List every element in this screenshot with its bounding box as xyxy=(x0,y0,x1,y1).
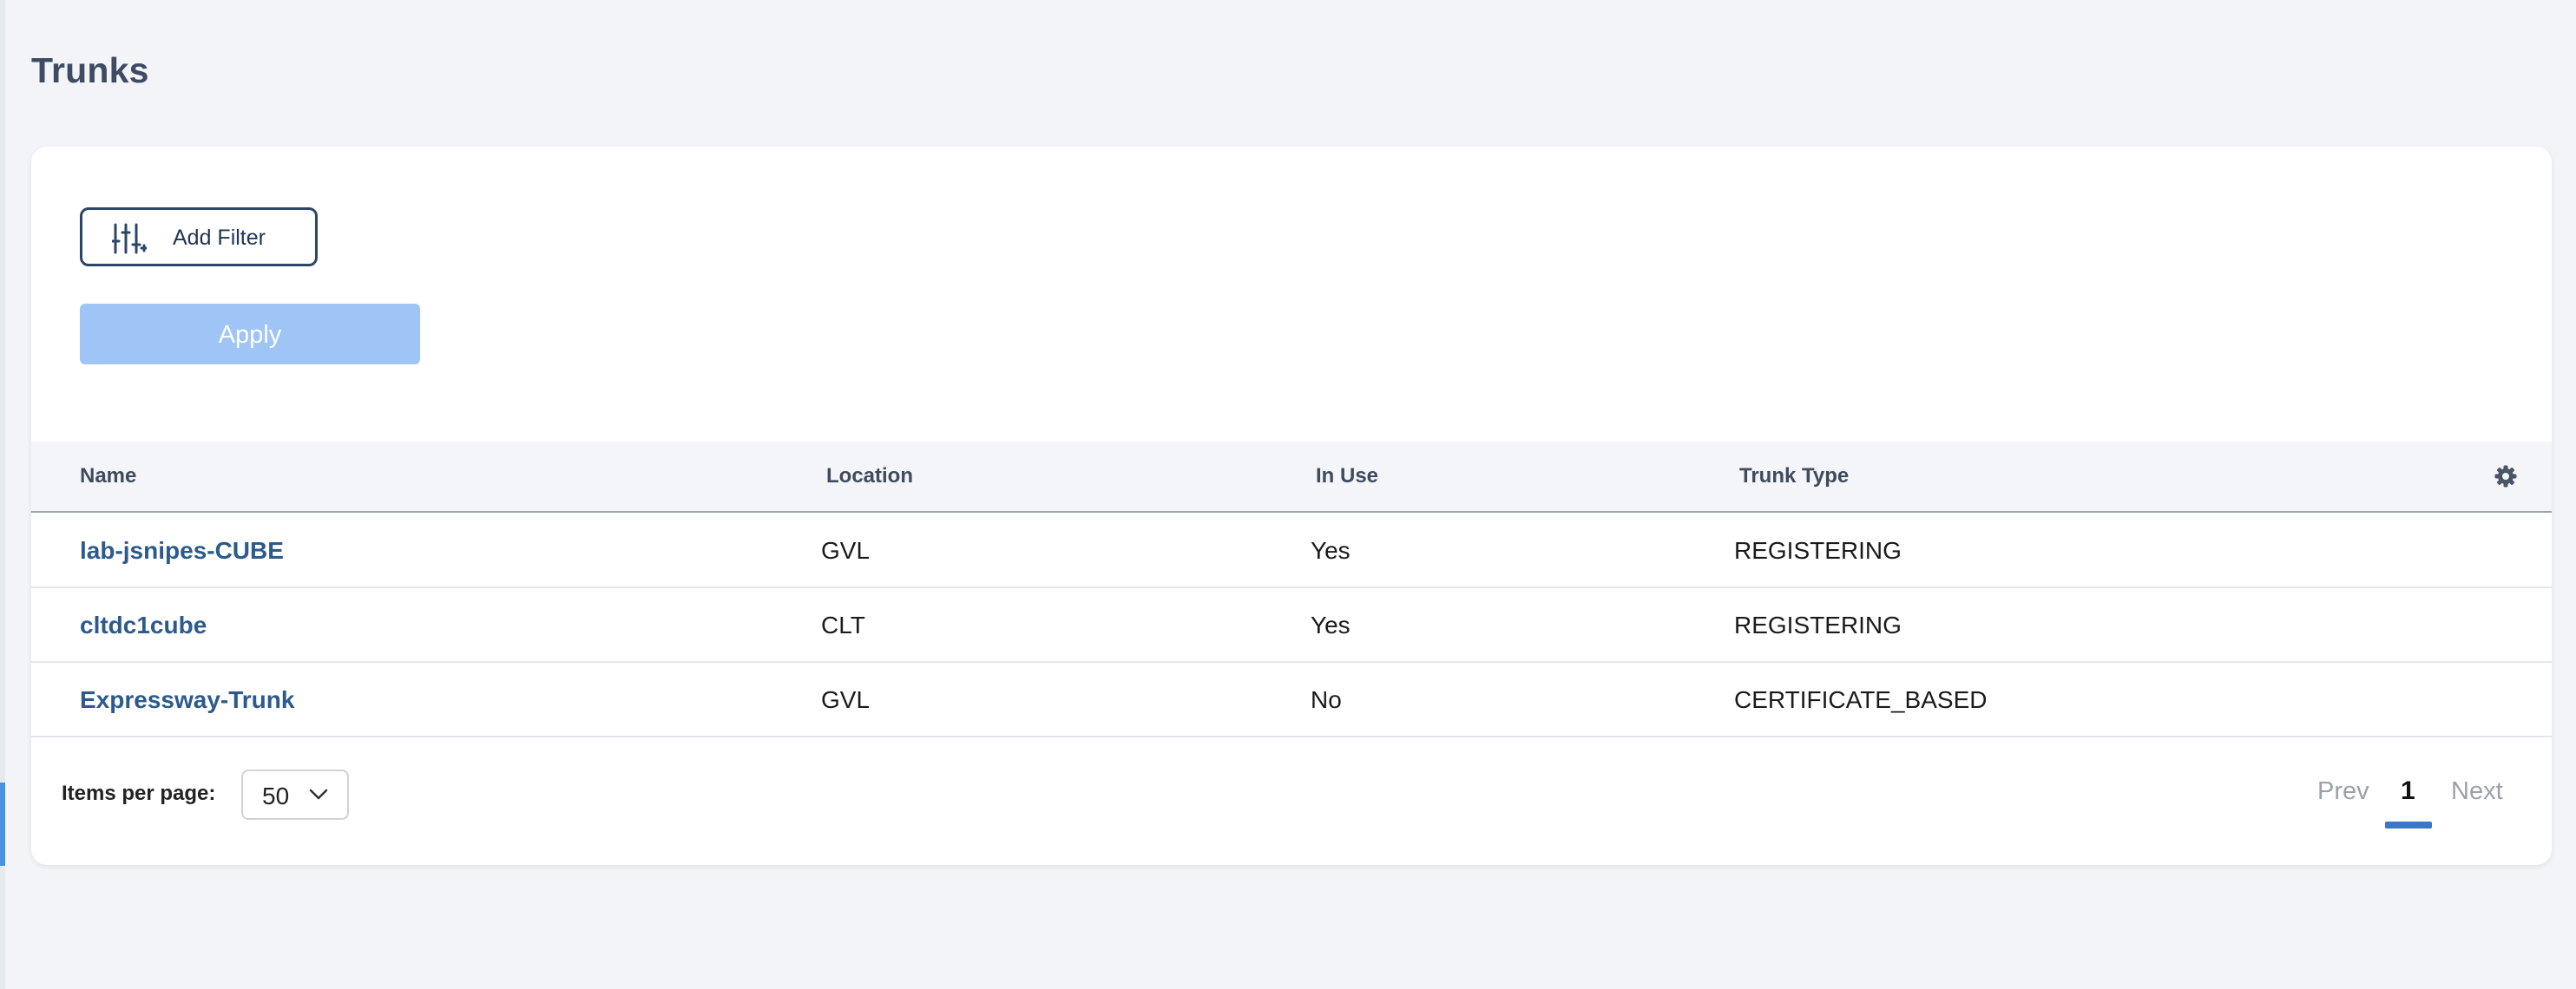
table-row: lab-jsnipes-CUBE GVL Yes REGISTERING xyxy=(31,513,2552,588)
chevron-down-icon xyxy=(309,789,328,800)
items-per-page-label: Items per page: xyxy=(62,782,216,805)
column-header-name[interactable]: Name xyxy=(80,464,136,488)
trunk-location: CLT xyxy=(821,612,865,639)
next-page-button[interactable]: Next xyxy=(2451,777,2503,806)
trunk-location: GVL xyxy=(821,686,871,713)
trunk-name-link[interactable]: Expressway-Trunk xyxy=(80,686,294,714)
left-edge-accent xyxy=(0,783,5,866)
trunk-in-use: No xyxy=(1311,686,1342,713)
trunk-type: CERTIFICATE_BASED xyxy=(1734,686,1988,713)
table-row: Expressway-Trunk GVL No CERTIFICATE_BASE… xyxy=(31,662,2552,737)
trunk-type: REGISTERING xyxy=(1734,537,1902,564)
gear-icon[interactable] xyxy=(2494,465,2517,488)
trunk-type: REGISTERING xyxy=(1734,612,1902,639)
page-number-current[interactable]: 1 xyxy=(2401,776,2415,806)
items-per-page-select[interactable]: 50 xyxy=(241,770,349,820)
apply-button[interactable]: Apply xyxy=(80,304,420,364)
trunk-location: GVL xyxy=(821,537,871,564)
trunk-name-link[interactable]: cltdc1cube xyxy=(80,612,207,639)
column-header-trunk-type[interactable]: Trunk Type xyxy=(1739,464,1849,488)
column-header-location[interactable]: Location xyxy=(826,464,913,488)
current-page-indicator xyxy=(2385,822,2432,829)
trunk-in-use: Yes xyxy=(1311,537,1350,564)
column-header-in-use[interactable]: In Use xyxy=(1316,464,1378,488)
table-header: Name Location In Use Trunk Type xyxy=(31,442,2552,513)
sliders-icon xyxy=(110,222,148,255)
add-filter-button[interactable]: Add Filter xyxy=(80,207,318,266)
trunks-card: Add Filter Apply Name Location In Use Tr… xyxy=(31,147,2552,865)
items-per-page-value: 50 xyxy=(262,783,290,809)
trunk-name-link[interactable]: lab-jsnipes-CUBE xyxy=(80,537,284,565)
trunk-in-use: Yes xyxy=(1311,612,1350,639)
add-filter-label: Add Filter xyxy=(173,226,266,250)
page-title: Trunks xyxy=(31,50,149,90)
table-row: cltdc1cube CLT Yes REGISTERING xyxy=(31,587,2552,663)
prev-page-button[interactable]: Prev xyxy=(2317,777,2369,806)
